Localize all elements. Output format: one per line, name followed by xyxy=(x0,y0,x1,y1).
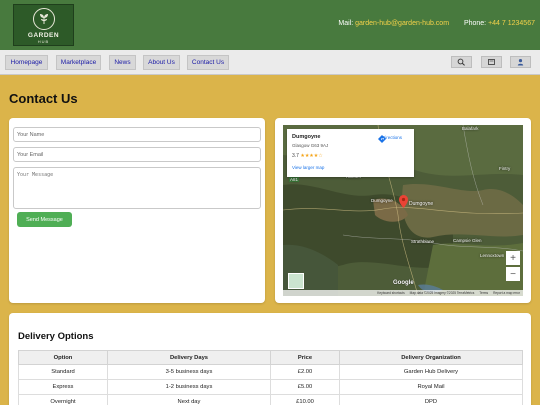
nav-marketplace[interactable]: Marketplace xyxy=(56,55,101,70)
cell-price: £5.00 xyxy=(270,379,340,395)
map-data-attribution: Map data ©2025 Imagery ©2025 TerraMetric… xyxy=(409,291,475,295)
table-header-row: Option Delivery Days Price Delivery Orga… xyxy=(18,350,523,365)
place-info-card: Dumgoyne Glasgow G63 9AJ 3.7 ★★★★☆ View … xyxy=(287,129,414,177)
search-button[interactable] xyxy=(451,56,472,68)
user-button[interactable] xyxy=(510,56,531,68)
map-marker-label: Dumgoyne xyxy=(409,201,434,207)
cell-option: Overnight xyxy=(18,394,108,405)
search-icon xyxy=(457,58,465,66)
cell-days: 3-5 business days xyxy=(107,364,271,380)
column-header-organization: Delivery Organization xyxy=(339,350,523,365)
zoom-out-button[interactable]: − xyxy=(506,267,520,281)
email-input[interactable]: Your Email xyxy=(13,147,261,162)
map-label-campsie-glen: Campsie Glen xyxy=(453,238,482,243)
cell-organization: DPD xyxy=(339,394,523,405)
phone-label: Phone: xyxy=(463,20,487,27)
rating-stars-icon: ★★★★☆ xyxy=(300,153,323,159)
embedded-map[interactable]: Balafark Fintry Killearn A81 Dumgoyne Du… xyxy=(283,125,523,296)
google-logo: Google xyxy=(393,280,414,286)
nav-news[interactable]: News xyxy=(109,55,136,70)
directions-icon xyxy=(378,135,386,143)
map-label-dumgoyne-area: Dumgoyne xyxy=(371,198,393,203)
nav-about-us[interactable]: About Us xyxy=(143,55,180,70)
nav-contact-us[interactable]: Contact Us xyxy=(187,55,229,70)
cell-option: Express xyxy=(18,379,108,395)
header-contact-info: Mail: garden-hub@garden-hub.com Phone: +… xyxy=(338,20,535,27)
report-map-error-link[interactable]: Report a map error xyxy=(493,291,520,295)
rating-value: 3.7 xyxy=(292,153,299,159)
message-textarea[interactable]: Your Message xyxy=(13,167,261,209)
contact-form-card: Your Name Your Email Your Message Send M… xyxy=(9,118,265,303)
table-row: Overnight Next day £10.00 DPD xyxy=(18,394,523,405)
map-road-badge: A81 xyxy=(289,177,300,182)
directions-button[interactable]: Directions xyxy=(378,135,406,143)
send-message-button[interactable]: Send Message xyxy=(17,212,72,227)
map-label-balafark: Balafark xyxy=(462,126,479,131)
place-name: Dumgoyne xyxy=(292,134,321,140)
minus-icon: − xyxy=(510,268,516,280)
table-row: Express 1-2 business days £5.00 Royal Ma… xyxy=(18,379,523,395)
mail-label: Mail: xyxy=(338,20,354,27)
cell-days: 1-2 business days xyxy=(107,379,271,395)
name-input[interactable]: Your Name xyxy=(13,127,261,142)
main-nav: Homepage Marketplace News About Us Conta… xyxy=(0,50,540,75)
column-header-days: Delivery Days xyxy=(107,350,271,365)
column-header-option: Option xyxy=(18,350,108,365)
map-layer-toggle[interactable] xyxy=(288,273,304,289)
plus-icon: + xyxy=(510,252,516,264)
map-footer: Keyboard shortcuts Map data ©2025 Imager… xyxy=(283,290,523,296)
cart-icon xyxy=(488,59,495,65)
column-header-price: Price xyxy=(270,350,340,365)
delivery-options-card: Delivery Options Option Delivery Days Pr… xyxy=(9,313,531,405)
map-card: Balafark Fintry Killearn A81 Dumgoyne Du… xyxy=(275,118,531,303)
page-title: Contact Us xyxy=(9,91,78,106)
logo-title: GARDEN xyxy=(27,32,60,39)
terms-link[interactable]: Terms xyxy=(479,291,488,295)
view-larger-map-link[interactable]: View larger map xyxy=(292,165,324,170)
map-pin-icon[interactable] xyxy=(399,195,408,208)
keyboard-shortcuts-link[interactable]: Keyboard shortcuts xyxy=(377,291,404,295)
map-label-lennoxtown: Lennoxtown xyxy=(480,253,505,258)
cart-button[interactable] xyxy=(481,56,502,68)
map-label-fintry: Fintry xyxy=(499,166,511,171)
zoom-in-button[interactable]: + xyxy=(506,251,520,265)
nav-homepage[interactable]: Homepage xyxy=(5,55,48,70)
delivery-table: Option Delivery Days Price Delivery Orga… xyxy=(18,350,523,405)
table-row: Standard 3-5 business days £2.00 Garden … xyxy=(18,364,523,380)
phone-link[interactable]: +44 7 1234567 xyxy=(488,20,535,27)
cell-price: £10.00 xyxy=(270,394,340,405)
leaf-emblem-icon xyxy=(32,8,55,30)
mail-link[interactable]: garden-hub@garden-hub.com xyxy=(355,20,449,27)
site-logo[interactable]: GARDEN HUB xyxy=(13,4,74,46)
user-icon xyxy=(517,59,524,66)
delivery-title: Delivery Options xyxy=(18,331,94,342)
cell-organization: Garden Hub Delivery xyxy=(339,364,523,380)
cell-price: £2.00 xyxy=(270,364,340,380)
cell-option: Standard xyxy=(18,364,108,380)
place-rating: 3.7 ★★★★☆ xyxy=(292,153,323,159)
cell-organization: Royal Mail xyxy=(339,379,523,395)
site-header: GARDEN HUB Mail: garden-hub@garden-hub.c… xyxy=(0,0,540,50)
cell-days: Next day xyxy=(107,394,271,405)
map-label-strathblane: Strathblane xyxy=(411,239,435,244)
place-address: Glasgow G63 9AJ xyxy=(292,143,329,148)
logo-subtitle: HUB xyxy=(37,39,50,44)
